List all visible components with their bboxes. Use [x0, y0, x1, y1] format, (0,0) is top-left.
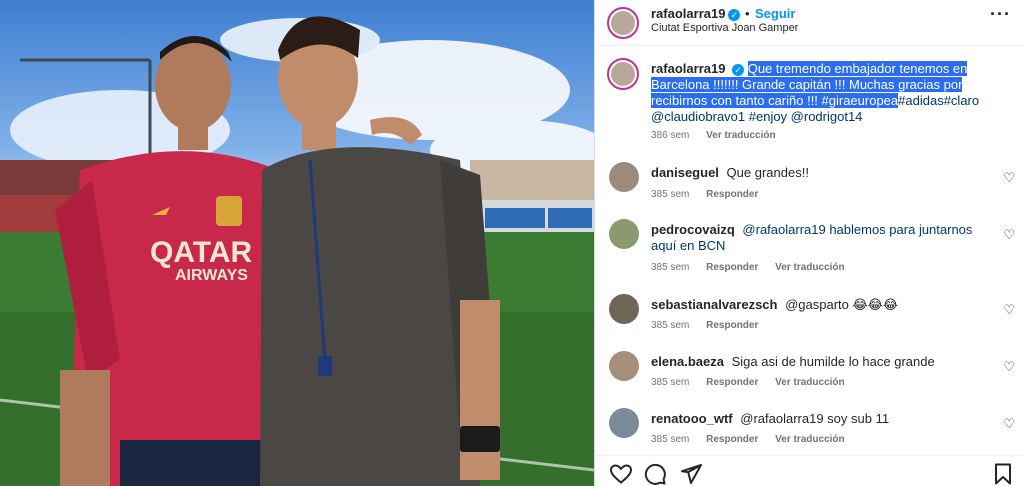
author-username-text[interactable]: rafaolarra19 — [651, 6, 725, 21]
save-bookmark-icon[interactable] — [991, 462, 1015, 486]
caption-author-avatar[interactable] — [607, 58, 639, 90]
comment-text: daniseguel Que grandes!! — [651, 165, 991, 181]
like-heart-icon[interactable] — [609, 462, 633, 486]
like-comment-heart-icon[interactable]: ♡ — [1003, 416, 1015, 432]
caption-meta: 386 sem Ver traducción — [651, 130, 790, 141]
comment-translate-link[interactable]: Ver traducción — [775, 377, 844, 388]
commenter-username[interactable]: elena.baeza — [651, 354, 724, 369]
commenter-username[interactable]: renatooo_wtf — [651, 411, 733, 426]
photo-illustration: QATAR AIRWAYS — [0, 16, 594, 486]
comment-meta: 385 sem Responder Ver traducción — [651, 434, 859, 445]
reply-link[interactable]: Responder — [706, 320, 758, 331]
commenter-avatar[interactable] — [609, 408, 639, 438]
comment-body: Que grandes!! — [726, 165, 809, 180]
post-actions-bar — [595, 455, 1024, 486]
comment-time: 385 sem — [651, 434, 690, 445]
commenter-avatar[interactable] — [609, 351, 639, 381]
comment-time: 385 sem — [651, 320, 690, 331]
comment-body: @gasparto 😂😂😂 — [785, 297, 899, 312]
commenter-avatar[interactable] — [609, 162, 639, 192]
commenter-avatar[interactable] — [609, 294, 639, 324]
shirt-sponsor-line2: AIRWAYS — [175, 267, 248, 284]
comment-text: renatooo_wtf @rafaolarra19 soy sub 11 — [651, 411, 991, 427]
comment-text: elena.baeza Siga asi de humilde lo hace … — [651, 354, 991, 370]
comment-text: pedrocovaizq @rafaolarra19 hablemos para… — [651, 222, 991, 254]
caption-username[interactable]: rafaolarra19 — [651, 61, 725, 76]
like-comment-heart-icon[interactable]: ♡ — [1003, 359, 1015, 375]
like-comment-heart-icon[interactable]: ♡ — [1003, 170, 1015, 186]
comment-time: 385 sem — [651, 189, 690, 200]
post-caption: rafaolarra19 ✓ Que tremendo embajador te… — [595, 46, 1024, 146]
author-username[interactable]: rafaolarra19 ✓ — [651, 6, 741, 21]
follow-button[interactable]: Seguir — [755, 6, 795, 21]
comment-body: Siga asi de humilde lo hace grande — [731, 354, 935, 369]
commenter-username[interactable]: sebastianalvarezsch — [651, 297, 777, 312]
comment-meta: 385 sem Responder Ver traducción — [651, 262, 859, 273]
shirt-sponsor-line1: QATAR — [150, 236, 253, 269]
reply-link[interactable]: Responder — [706, 262, 758, 273]
author-avatar[interactable] — [607, 7, 639, 39]
more-options-icon[interactable]: ··· — [990, 4, 1011, 25]
reply-link[interactable]: Responder — [706, 377, 758, 388]
post-header: rafaolarra19 ✓ • Seguir Ciutat Esportiva … — [595, 0, 1024, 46]
comment-time: 385 sem — [651, 377, 690, 388]
share-send-icon[interactable] — [679, 462, 703, 486]
comment-bubble-icon[interactable] — [643, 462, 667, 486]
verified-badge-icon: ✓ — [728, 8, 741, 21]
commenter-username[interactable]: pedrocovaizq — [651, 222, 735, 237]
caption-translate-link[interactable]: Ver traducción — [706, 130, 775, 141]
comment-time: 385 sem — [651, 262, 690, 273]
caption-time: 386 sem — [651, 130, 690, 141]
post-location[interactable]: Ciutat Esportiva Joan Gamper — [651, 22, 798, 34]
reply-link[interactable]: Responder — [706, 434, 758, 445]
comment-body: @rafaolarra19 soy sub 11 — [740, 411, 890, 426]
post-photo[interactable]: QATAR AIRWAYS — [0, 0, 594, 486]
comment-translate-link[interactable]: Ver traducción — [775, 262, 844, 273]
reply-link[interactable]: Responder — [706, 189, 758, 200]
comment-meta: 385 sem Responder — [651, 189, 772, 200]
comment-translate-link[interactable]: Ver traducción — [775, 434, 844, 445]
comment-text: sebastianalvarezsch @gasparto 😂😂😂 — [651, 297, 991, 313]
commenter-avatar[interactable] — [609, 219, 639, 249]
instagram-post: QATAR AIRWAYS rafaolarra19 ✓ • Seguir Ci… — [0, 0, 1024, 486]
like-comment-heart-icon[interactable]: ♡ — [1003, 302, 1015, 318]
comment-meta: 385 sem Responder — [651, 320, 772, 331]
commenter-username[interactable]: daniseguel — [651, 165, 719, 180]
like-comment-heart-icon[interactable]: ♡ — [1003, 227, 1015, 243]
post-side-panel: rafaolarra19 ✓ • Seguir Ciutat Esportiva … — [594, 0, 1024, 486]
caption-text: rafaolarra19 ✓ Que tremendo embajador te… — [651, 61, 1013, 125]
comment-meta: 385 sem Responder Ver traducción — [651, 377, 859, 388]
separator-dot: • — [745, 6, 750, 21]
verified-badge-icon: ✓ — [732, 63, 745, 76]
